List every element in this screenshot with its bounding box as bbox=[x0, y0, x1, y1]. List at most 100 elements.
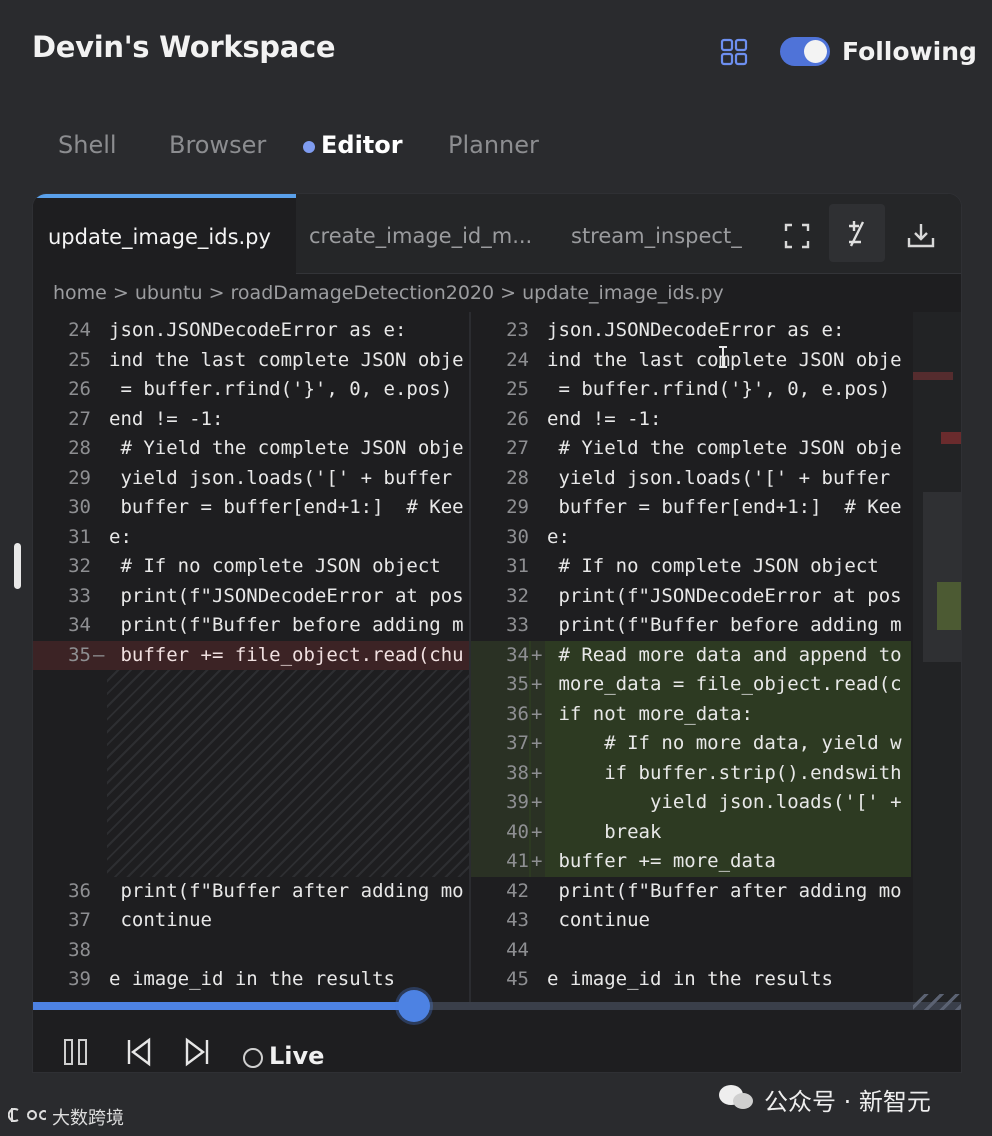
tab-browser[interactable]: Browser bbox=[169, 131, 266, 159]
line-number: 26 bbox=[68, 378, 91, 400]
code-line[interactable]: 27 # Yield the complete JSON obje bbox=[471, 434, 911, 464]
playback-scrubber-track[interactable] bbox=[33, 1002, 961, 1010]
code-line[interactable]: 24 ind the last complete JSON obje bbox=[471, 346, 911, 376]
line-number: 34 bbox=[68, 614, 91, 636]
code-line[interactable]: 45 e image_id in the results bbox=[471, 965, 911, 995]
minimap-deletion-marker bbox=[913, 372, 953, 380]
deleted-code-line[interactable]: 35— buffer += file_object.read(chu bbox=[33, 640, 469, 670]
line-number: 30 bbox=[68, 496, 91, 518]
code-line[interactable]: 33 print(f"Buffer before adding m bbox=[471, 611, 911, 641]
added-code-line[interactable]: 38 + if buffer.strip().endswith bbox=[471, 758, 911, 788]
line-number: 31 bbox=[68, 525, 91, 548]
code-line[interactable]: 43 continue bbox=[471, 906, 911, 936]
code-line[interactable]: 27 end != -1: bbox=[33, 405, 469, 435]
pause-icon[interactable] bbox=[61, 1036, 91, 1068]
line-number: 34 bbox=[471, 640, 529, 670]
download-icon[interactable] bbox=[901, 216, 941, 256]
following-label: Following bbox=[842, 37, 977, 66]
code-text: print(f"Buffer before adding m bbox=[547, 614, 902, 636]
page-scrollbar[interactable] bbox=[14, 543, 21, 589]
code-text: if not more_data: bbox=[547, 702, 753, 725]
code-text: buffer = buffer[end+1:] # Kee bbox=[547, 496, 902, 518]
code-line[interactable]: 32 # If no complete JSON object bbox=[33, 552, 469, 582]
live-button[interactable]: Live bbox=[269, 1042, 324, 1070]
line-number: 33 bbox=[506, 614, 529, 636]
code-text: print(f"Buffer after adding mo bbox=[547, 879, 902, 902]
code-text: buffer += file_object.read(chu bbox=[109, 643, 464, 666]
code-text: json.JSONDecodeError as e: bbox=[547, 319, 845, 341]
line-number: 33 bbox=[68, 584, 91, 607]
diff-toggle-icon[interactable] bbox=[829, 204, 885, 262]
line-number: 37 bbox=[471, 729, 529, 759]
code-line[interactable]: 42 print(f"Buffer after adding mo bbox=[471, 877, 911, 907]
line-number: 35 bbox=[471, 670, 529, 700]
line-number: 27 bbox=[68, 407, 91, 430]
code-line[interactable]: 26 = buffer.rfind('}', 0, e.pos) bbox=[33, 375, 469, 405]
tab-shell[interactable]: Shell bbox=[58, 131, 117, 159]
added-code-line[interactable]: 40 + break bbox=[471, 817, 911, 847]
code-line[interactable]: 38 bbox=[33, 936, 469, 966]
code-text: print(f"Buffer before adding m bbox=[109, 614, 464, 636]
code-line[interactable]: 25 ind the last complete JSON obje bbox=[33, 346, 469, 376]
code-line[interactable]: 25 = buffer.rfind('}', 0, e.pos) bbox=[471, 375, 911, 405]
file-tab-update-image-ids[interactable]: update_image_ids.py bbox=[33, 194, 296, 274]
code-text: # If no complete JSON object bbox=[547, 555, 879, 577]
code-text: e image_id in the results bbox=[109, 968, 395, 990]
code-text: e: bbox=[547, 525, 570, 548]
tab-editor[interactable]: Editor bbox=[321, 131, 403, 159]
code-line[interactable]: 23 json.JSONDecodeError as e: bbox=[471, 316, 911, 346]
code-line[interactable]: 31 e: bbox=[33, 523, 469, 553]
added-code-line[interactable]: 39 + yield json.loads('[' + bbox=[471, 788, 911, 818]
code-line[interactable]: 37 continue bbox=[33, 906, 469, 936]
tab-planner[interactable]: Planner bbox=[448, 131, 539, 159]
code-line[interactable]: 39 e image_id in the results bbox=[33, 965, 469, 995]
code-line[interactable]: 29 buffer = buffer[end+1:] # Kee bbox=[471, 493, 911, 523]
skip-forward-icon[interactable] bbox=[183, 1036, 213, 1068]
diff-marker: + bbox=[531, 758, 545, 788]
code-text: buffer = buffer[end+1:] # Kee bbox=[109, 496, 464, 518]
code-line[interactable]: 30 e: bbox=[471, 523, 911, 553]
fullscreen-icon[interactable] bbox=[777, 216, 817, 256]
code-line[interactable]: 44 bbox=[471, 936, 911, 966]
line-number: 30 bbox=[506, 525, 529, 548]
code-text: ind the last complete JSON obje bbox=[109, 348, 464, 371]
code-line[interactable]: 36 print(f"Buffer after adding mo bbox=[33, 877, 469, 907]
added-code-line[interactable]: 36 + if not more_data: bbox=[471, 699, 911, 729]
code-text: print(f"JSONDecodeError at pos bbox=[547, 584, 902, 607]
line-number: 25 bbox=[68, 348, 91, 371]
file-tab-stream-inspect[interactable]: stream_inspect_ bbox=[571, 194, 756, 274]
code-text: e: bbox=[109, 525, 132, 548]
code-line[interactable]: 28 # Yield the complete JSON obje bbox=[33, 434, 469, 464]
line-number: 23 bbox=[506, 319, 529, 341]
minimap-viewport[interactable] bbox=[923, 492, 961, 662]
modified-code-pane[interactable]: 23 json.JSONDecodeError as e: 24 ind the la… bbox=[471, 312, 911, 1002]
scrubber-future-hatch bbox=[913, 994, 961, 1010]
playback-scrubber-knob[interactable] bbox=[398, 990, 431, 1022]
minimap[interactable] bbox=[913, 312, 961, 1002]
added-code-line[interactable]: 35 + more_data = file_object.read(c bbox=[471, 670, 911, 700]
code-line[interactable]: 30 buffer = buffer[end+1:] # Kee bbox=[33, 493, 469, 523]
code-text: # If no complete JSON object bbox=[109, 555, 441, 577]
code-line[interactable]: 33 print(f"JSONDecodeError at pos bbox=[33, 582, 469, 612]
line-number: 28 bbox=[68, 437, 91, 459]
minimap-addition-marker bbox=[937, 582, 961, 630]
grid-view-icon[interactable] bbox=[720, 38, 748, 66]
line-number: 36 bbox=[471, 699, 529, 729]
skip-back-icon[interactable] bbox=[123, 1036, 153, 1068]
line-number: 24 bbox=[506, 348, 529, 371]
added-code-line[interactable]: 34 + # Read more data and append to bbox=[471, 640, 911, 670]
code-line[interactable]: 24 json.JSONDecodeError as e: bbox=[33, 316, 469, 346]
code-line[interactable]: 26 end != -1: bbox=[471, 405, 911, 435]
code-line[interactable]: 32 print(f"JSONDecodeError at pos bbox=[471, 582, 911, 612]
code-line[interactable]: 28 yield json.loads('[' + buffer bbox=[471, 464, 911, 494]
following-toggle[interactable] bbox=[780, 37, 830, 66]
original-code-pane[interactable]: 24 json.JSONDecodeError as e: 25 ind the la… bbox=[33, 312, 469, 1002]
code-line[interactable]: 34 print(f"Buffer before adding m bbox=[33, 611, 469, 641]
playback-progress-fill bbox=[33, 1002, 415, 1010]
line-number: 45 bbox=[506, 968, 529, 990]
added-code-line[interactable]: 41 + buffer += more_data bbox=[471, 847, 911, 877]
file-tab-create-image-id[interactable]: create_image_id_m... bbox=[309, 194, 549, 274]
code-line[interactable]: 31 # If no complete JSON object bbox=[471, 552, 911, 582]
code-line[interactable]: 29 yield json.loads('[' + buffer bbox=[33, 464, 469, 494]
added-code-line[interactable]: 37 + # If no more data, yield w bbox=[471, 729, 911, 759]
